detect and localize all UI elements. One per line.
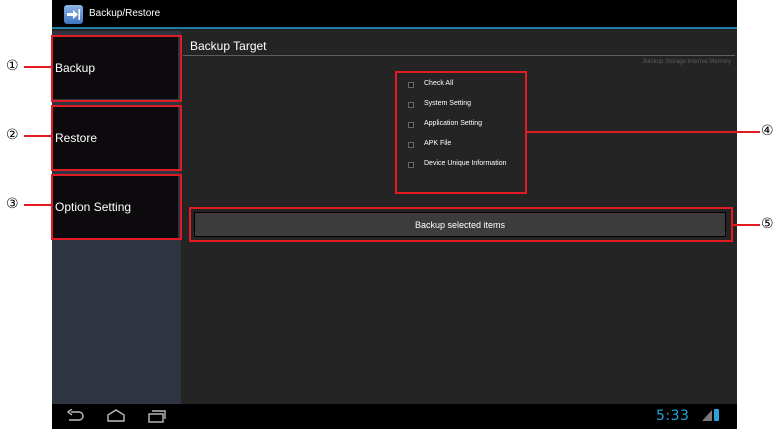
callout-2: ②: [6, 127, 19, 143]
system-setting-label: System Setting: [424, 100, 472, 107]
option-setting-button-label: Option Setting: [55, 200, 132, 214]
callout-2-line: [24, 135, 52, 137]
callout-3: ③: [6, 196, 19, 212]
home-icon[interactable]: [106, 409, 126, 423]
application-setting-row[interactable]: Application Setting: [402, 116, 522, 136]
check-all-checkbox[interactable]: [408, 82, 414, 88]
battery-icon: [714, 409, 719, 421]
callout-3-line: [24, 204, 52, 206]
storage-info: Backup Storage:Internal Memory: [643, 59, 731, 65]
system-setting-checkbox[interactable]: [408, 102, 414, 108]
sidebar: Backup Restore Option Setting: [52, 31, 181, 404]
app-title: Backup/Restore: [89, 8, 161, 19]
check-all-label: Check All: [424, 80, 454, 87]
restore-button[interactable]: Restore: [52, 107, 178, 169]
apk-file-row[interactable]: APK File: [402, 136, 522, 156]
callout-1: ①: [6, 58, 19, 74]
signal-icon: [702, 410, 712, 421]
main-content: Backup Target Backup Storage:Internal Me…: [181, 31, 737, 404]
callout-4: ④: [761, 123, 774, 139]
callout-4-line: [527, 131, 760, 133]
callout-1-line: [24, 66, 52, 68]
restore-button-label: Restore: [55, 131, 98, 145]
backup-selected-items-button[interactable]: Backup selected items: [194, 212, 726, 237]
application-setting-checkbox[interactable]: [408, 122, 414, 128]
clock: 5:33: [656, 408, 690, 424]
application-setting-label: Application Setting: [424, 120, 482, 127]
backup-button-label: Backup: [55, 61, 96, 75]
recent-apps-icon[interactable]: [148, 409, 166, 423]
system-setting-row[interactable]: System Setting: [402, 96, 522, 116]
device-unique-information-row[interactable]: Device Unique Information: [402, 156, 522, 176]
system-nav-bar: 5:33: [52, 404, 737, 429]
device-unique-information-label: Device Unique Information: [424, 160, 507, 167]
back-icon[interactable]: [66, 409, 84, 423]
callout-5: ⑤: [761, 216, 774, 232]
apk-file-checkbox[interactable]: [408, 142, 414, 148]
title-bar: Backup/Restore: [52, 0, 737, 29]
backup-target-list: Check All System Setting Application Set…: [402, 76, 522, 176]
device-unique-information-checkbox[interactable]: [408, 162, 414, 168]
device-screen: Backup/Restore Backup Restore Option Set…: [52, 0, 737, 429]
page-title: Backup Target: [190, 39, 267, 53]
backup-restore-app-icon[interactable]: [64, 5, 83, 24]
check-all-row[interactable]: Check All: [402, 76, 522, 96]
callout-5-line: [733, 224, 760, 226]
apk-file-label: APK File: [424, 140, 452, 147]
title-divider: [183, 55, 735, 56]
option-setting-button[interactable]: Option Setting: [52, 176, 178, 238]
backup-button[interactable]: Backup: [52, 37, 178, 99]
